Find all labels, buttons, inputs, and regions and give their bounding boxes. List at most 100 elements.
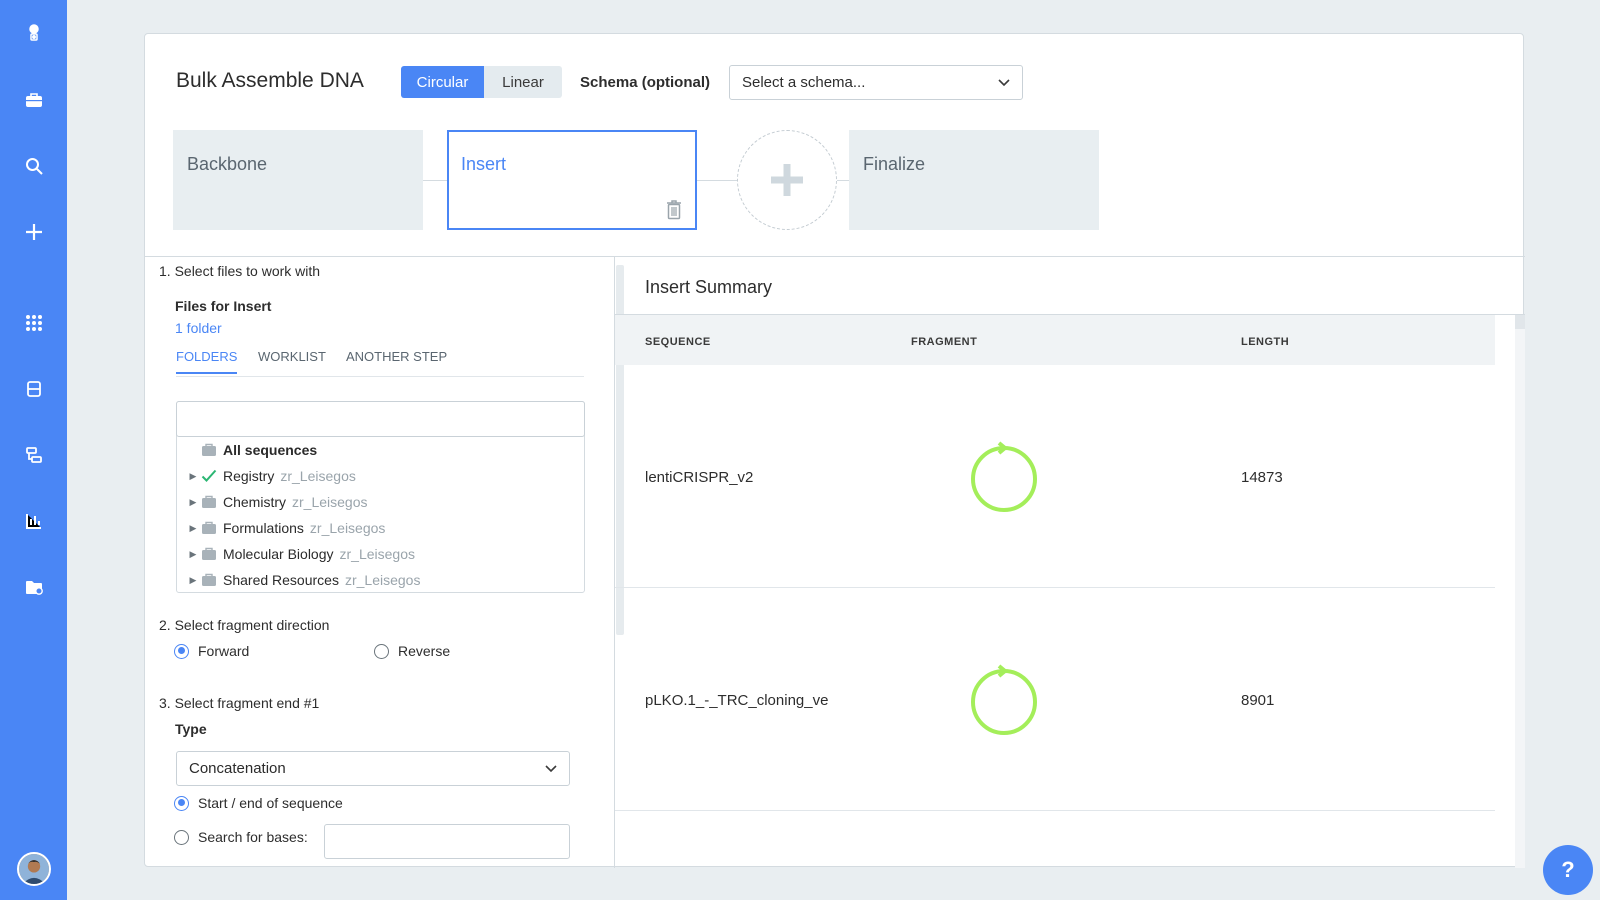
column-header-fragment[interactable]: FRAGMENT [911,336,977,348]
add-step-button[interactable] [737,130,837,230]
avatar[interactable] [17,852,51,886]
tree-item-label: Shared Resources [223,572,339,588]
folder-count[interactable]: 1 folder [175,320,222,336]
radio-selected-icon [174,795,189,811]
tree-item-label: Formulations [223,520,304,536]
tree-search-input[interactable] [176,401,585,437]
forward-label: Forward [198,643,250,659]
sequence-cell: pLKO.1_-_TRC_cloning_ve [645,692,829,709]
sequence-cell: lentiCRISPR_v2 [645,469,754,486]
summary-title: Insert Summary [645,277,773,297]
step-insert-label: Insert [461,154,507,174]
topology-toggle: Circular Linear [401,66,562,98]
tab-another-step[interactable]: ANOTHER STEP [346,349,447,372]
tree-item-owner: zr_Leisegos [339,546,416,562]
tree-item-molecular-biology[interactable]: ▶ Molecular Biology zr_Leisegos [177,542,415,566]
caret-right-icon[interactable]: ▶ [185,497,201,508]
inbox-icon[interactable] [0,371,67,407]
step-backbone-label: Backbone [187,154,268,174]
tree-item-owner: zr_Leisegos [292,494,368,510]
scrollbar[interactable] [1515,315,1525,868]
reverse-radio[interactable]: Reverse [374,643,450,659]
chevron-down-icon [998,78,1010,86]
briefcase-icon [202,521,216,534]
help-button[interactable]: ? [1543,845,1593,895]
logo-icon[interactable] [0,15,67,51]
bases-input[interactable] [324,824,570,859]
scrollbar-thumb[interactable] [1515,315,1525,329]
tree-item-label: Molecular Biology [223,546,334,562]
tree-item-label: Chemistry [223,494,287,510]
section-2-title: 2. Select fragment direction [159,617,330,633]
bar-chart-icon[interactable] [0,503,67,539]
type-select[interactable]: Concatenation [176,751,570,786]
bulk-assemble-card: Bulk Assemble DNA Circular Linear Schema… [144,33,1525,868]
trash-icon[interactable] [665,198,683,220]
radio-icon [174,829,189,845]
plus-icon[interactable] [0,214,67,250]
radio-icon [374,643,389,659]
circular-fragment-icon [971,664,1037,735]
briefcase-icon [202,443,216,456]
caret-right-icon[interactable]: ▶ [185,471,201,482]
reverse-label: Reverse [398,643,451,659]
tree-item-label: Registry [223,468,275,484]
tree-item-owner: zr_Leisegos [309,520,386,536]
length-cell: 14873 [1241,469,1283,486]
file-tabs: FOLDERS WORKLIST ANOTHER STEP [176,349,584,377]
files-title: Files for Insert [175,298,272,314]
sidebar [0,0,67,900]
apps-grid-icon[interactable] [0,305,67,341]
caret-right-icon[interactable]: ▶ [185,523,201,534]
forward-radio[interactable]: Forward [174,643,249,659]
schema-label: Schema (optional) [580,74,711,91]
tree-item-owner: zr_Leisegos [280,468,356,484]
insert-summary-panel: Insert Summary SEQUENCE FRAGMENT LENGTH … [615,257,1525,868]
tree-root[interactable]: All sequences [177,438,317,462]
page-title: Bulk Assemble DNA [176,69,364,92]
section-3-title: 3. Select fragment end #1 [159,695,320,711]
check-icon [201,469,217,482]
tree-item-shared-resources[interactable]: ▶ Shared Resources zr_Leisegos [177,568,421,592]
step-connector [423,180,449,181]
briefcase-icon[interactable] [0,82,67,118]
table-row[interactable]: pLKO.1_-_TRC_cloning_ve 8901 [615,588,1495,811]
table-header: SEQUENCE FRAGMENT LENGTH [615,315,1495,365]
tab-worklist[interactable]: WORKLIST [258,349,326,372]
section-1-title: 1. Select files to work with [159,263,321,279]
tree-item-formulations[interactable]: ▶ Formulations zr_Leisegos [177,516,386,540]
type-label: Type [175,721,207,737]
linear-button[interactable]: Linear [484,66,562,98]
tab-folders[interactable]: FOLDERS [176,349,238,374]
search-icon[interactable] [0,148,67,184]
step-insert[interactable]: Insert [447,130,697,230]
chevron-down-icon [545,764,557,772]
search-bases-radio[interactable]: Search for bases: [174,829,308,845]
search-bases-label: Search for bases: [198,829,308,845]
briefcase-icon [202,495,216,508]
step-finalize-label: Finalize [863,154,926,174]
column-header-sequence[interactable]: SEQUENCE [645,336,711,348]
schema-select[interactable]: Select a schema... [729,65,1023,100]
start-end-radio[interactable]: Start / end of sequence [174,795,343,811]
caret-right-icon[interactable]: ▶ [185,575,201,586]
briefcase-icon [202,547,216,560]
type-select-value: Concatenation [189,760,286,777]
folder-settings-icon[interactable] [0,569,67,605]
step-backbone[interactable]: Backbone [173,130,423,230]
tree-item-owner: zr_Leisegos [344,572,421,588]
step-finalize[interactable]: Finalize [849,130,1099,230]
column-header-length[interactable]: LENGTH [1241,336,1289,348]
tree-item-registry[interactable]: ▶ Registry zr_Leisegos [177,464,356,488]
tree-item-chemistry[interactable]: ▶ Chemistry zr_Leisegos [177,490,368,514]
radio-selected-icon [174,643,189,659]
folder-tree: All sequences ▶ Registry zr_Leisegos ▶ C… [176,401,585,593]
table-row[interactable]: lentiCRISPR_v2 14873 [615,365,1495,588]
step-connector [697,180,737,181]
left-panel: 1. Select files to work with Files for I… [145,257,627,868]
circular-button[interactable]: Circular [401,66,484,98]
workflow-icon[interactable] [0,437,67,473]
briefcase-icon [202,573,216,586]
caret-right-icon[interactable]: ▶ [185,549,201,560]
length-cell: 8901 [1241,692,1275,709]
